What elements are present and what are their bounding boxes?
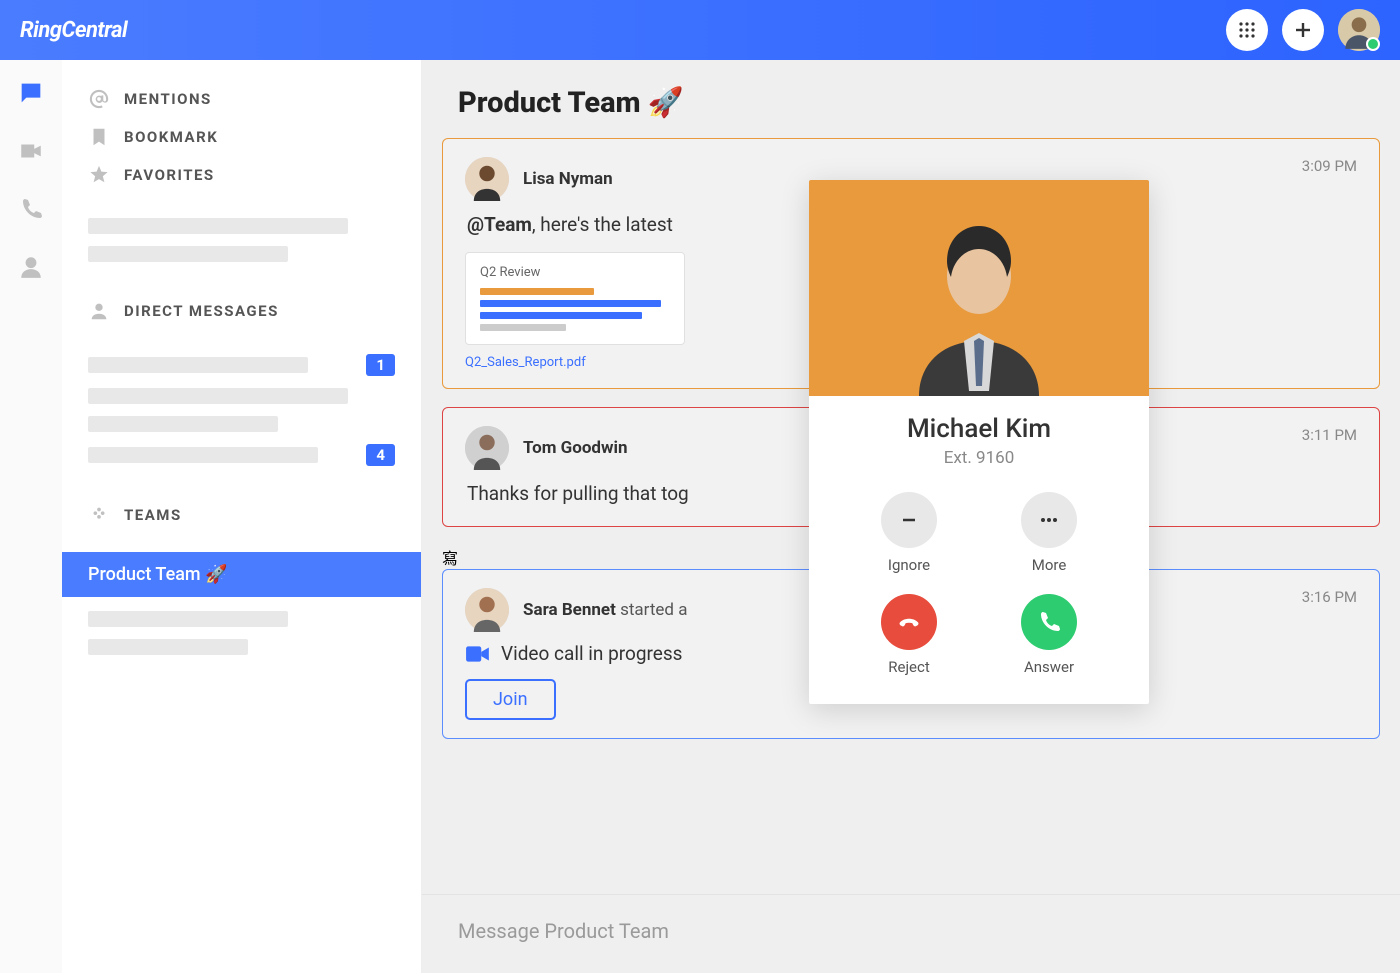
- message-author: Sara Bennet: [523, 600, 616, 620]
- sidebar-team-product[interactable]: Product Team 🚀: [62, 552, 421, 597]
- channel-header: Product Team 🚀: [422, 60, 1400, 138]
- hangup-icon: [896, 609, 922, 635]
- avatar-icon: [465, 588, 509, 632]
- message-author: Tom Goodwin: [523, 438, 628, 458]
- sidebar-bookmark[interactable]: BOOKMARK: [88, 118, 395, 156]
- message-author: Lisa Nyman: [523, 169, 613, 189]
- phone-icon: [1037, 610, 1061, 634]
- message-composer[interactable]: Message Product Team: [422, 894, 1400, 973]
- rail-messages[interactable]: [16, 78, 46, 108]
- person-icon: [18, 254, 44, 280]
- sidebar-team-label: Product Team 🚀: [88, 564, 227, 585]
- caller-extension: Ext. 9160: [809, 448, 1149, 468]
- at-icon: [88, 88, 110, 110]
- incoming-call-card: Michael Kim Ext. 9160 Ignore More Reject: [809, 180, 1149, 704]
- attachment-card[interactable]: Q2 Review: [465, 252, 685, 345]
- ignore-button[interactable]: Ignore: [839, 492, 979, 574]
- caller-image: [889, 206, 1069, 396]
- join-button[interactable]: Join: [465, 679, 556, 720]
- sidebar-favorites-label: FAVORITES: [124, 166, 215, 184]
- avatar-icon: [465, 157, 509, 201]
- list-item[interactable]: 4: [62, 438, 421, 472]
- answer-button[interactable]: Answer: [979, 594, 1119, 676]
- list-item[interactable]: 1: [62, 348, 421, 382]
- more-button[interactable]: More: [979, 492, 1119, 574]
- bookmark-icon: [88, 126, 110, 148]
- chat-icon: [17, 79, 45, 107]
- avatar[interactable]: [465, 426, 509, 470]
- video-icon: [18, 138, 44, 164]
- list-item[interactable]: [62, 212, 421, 240]
- message-time: 3:11 PM: [1302, 426, 1357, 444]
- list-item[interactable]: [62, 382, 421, 410]
- star-icon: [88, 164, 110, 186]
- nav-rail: [0, 60, 62, 973]
- attachment-title: Q2 Review: [480, 265, 670, 280]
- message-time: 3:09 PM: [1302, 157, 1357, 175]
- caller-name: Michael Kim: [809, 414, 1149, 444]
- video-icon: [465, 643, 491, 665]
- mention: @Team: [467, 213, 532, 236]
- more-icon: [1038, 509, 1060, 531]
- sidebar-mentions[interactable]: MENTIONS: [88, 80, 395, 118]
- app-header: RingCentral: [0, 0, 1400, 60]
- plus-icon: [1293, 20, 1313, 40]
- channel-title: Product Team 🚀: [458, 86, 1364, 120]
- list-item[interactable]: [62, 240, 421, 268]
- list-item[interactable]: [62, 410, 421, 438]
- rail-contacts[interactable]: [16, 252, 46, 282]
- unread-badge: 4: [366, 444, 395, 466]
- phone-icon: [19, 197, 43, 221]
- content-area: Product Team 🚀 3:09 PM Lisa Nyman @Team,…: [422, 60, 1400, 973]
- caller-photo: [809, 180, 1149, 396]
- message-time: 3:16 PM: [1302, 588, 1357, 606]
- composer-placeholder: Message Product Team: [458, 919, 669, 943]
- rail-video[interactable]: [16, 136, 46, 166]
- sidebar-favorites[interactable]: FAVORITES: [88, 156, 395, 194]
- list-item[interactable]: [62, 605, 421, 633]
- sidebar-direct-messages[interactable]: DIRECT MESSAGES: [88, 292, 395, 330]
- minus-icon: [898, 509, 920, 531]
- dialpad-icon: [1237, 20, 1257, 40]
- user-avatar[interactable]: [1338, 9, 1380, 51]
- avatar[interactable]: [465, 588, 509, 632]
- app-logo: RingCentral: [20, 18, 127, 43]
- sidebar-teams[interactable]: TEAMS: [88, 496, 395, 534]
- sidebar-dm-label: DIRECT MESSAGES: [124, 302, 279, 320]
- message-author-line: Sara Bennet started a: [523, 600, 687, 620]
- dialpad-button[interactable]: [1226, 9, 1268, 51]
- rail-phone[interactable]: [16, 194, 46, 224]
- new-button[interactable]: [1282, 9, 1324, 51]
- reject-button[interactable]: Reject: [839, 594, 979, 676]
- sidebar-mentions-label: MENTIONS: [124, 90, 212, 108]
- sidebar-bookmark-label: BOOKMARK: [124, 128, 218, 146]
- sidebar-teams-label: TEAMS: [124, 506, 182, 524]
- avatar[interactable]: [465, 157, 509, 201]
- list-item[interactable]: [62, 633, 421, 661]
- avatar-icon: [1338, 9, 1380, 51]
- teams-icon: [88, 504, 110, 526]
- avatar-icon: [465, 426, 509, 470]
- sidebar: MENTIONS BOOKMARK FAVORITES DIRECT MESSA…: [62, 60, 422, 973]
- person-icon: [88, 300, 110, 322]
- unread-badge: 1: [366, 354, 395, 376]
- header-actions: [1226, 9, 1380, 51]
